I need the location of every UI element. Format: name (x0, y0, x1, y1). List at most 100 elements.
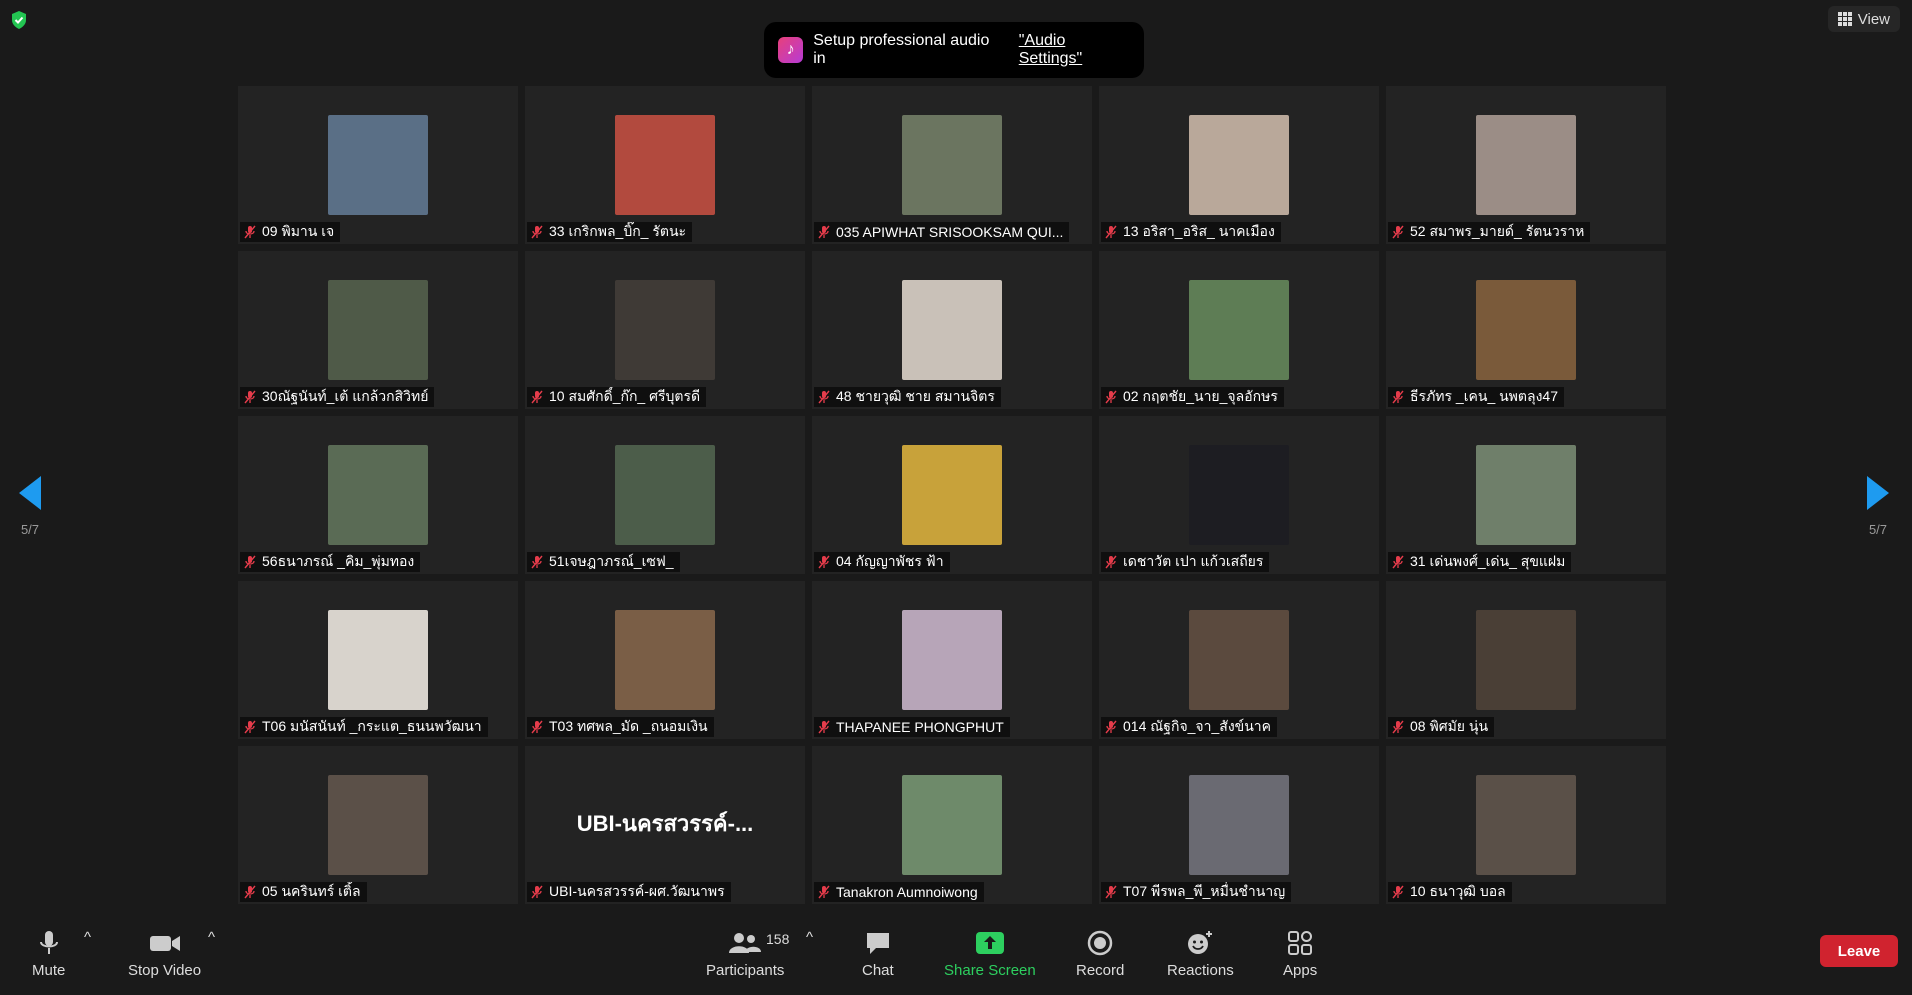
previous-page-button[interactable]: 5/7 (10, 476, 50, 537)
participant-tile[interactable]: 51เจษฎาภรณ์_เซฟ_ (525, 416, 805, 574)
participant-count: 158 (766, 931, 790, 947)
chat-button[interactable]: Chat (862, 929, 894, 979)
participant-tile[interactable]: 035 APIWHAT SRISOOKSAM QUI... (812, 86, 1092, 244)
participant-tile[interactable]: 52 สมาพร_มายด์_ รัตนวราห (1386, 86, 1666, 244)
participant-video (902, 115, 1002, 215)
participant-name: Tanakron Aumnoiwong (836, 884, 978, 900)
view-button[interactable]: View (1827, 6, 1900, 32)
participant-name: 52 สมาพร_มายด์_ รัตนวราห (1410, 223, 1585, 239)
muted-mic-icon (1392, 885, 1404, 899)
participant-video (1189, 445, 1289, 545)
participant-tile[interactable]: 10 สมศักดิ์_ก๊ก_ ศรีบุตรดี (525, 251, 805, 409)
participant-tile[interactable]: 04 กัญญาพัชร ฟ้า (812, 416, 1092, 574)
muted-mic-icon (1392, 555, 1404, 569)
share-screen-button[interactable]: Share Screen (944, 929, 1036, 979)
chat-label: Chat (862, 962, 894, 979)
participant-name-label: THAPANEE PHONGPHUT (814, 717, 1010, 737)
participant-tile[interactable]: ธีรภัทร _เคน_ นพตลุง47 (1386, 251, 1666, 409)
participant-tile[interactable]: T06 มนัสนันท์ _กระแต_ธนนพวัฒนา (238, 581, 518, 739)
muted-mic-icon (1392, 390, 1404, 404)
participant-tile[interactable]: 02 กฤตชัย_นาย_จุลอักษร (1099, 251, 1379, 409)
chat-bubble-icon (866, 933, 889, 954)
muted-mic-icon (244, 555, 256, 569)
apps-button[interactable]: Apps (1283, 929, 1317, 979)
participant-name-label: T06 มนัสนันท์ _กระแต_ธนนพวัฒนา (240, 717, 488, 737)
participant-tile[interactable]: 48 ชายวุฒิ ชาย สมานจิตร (812, 251, 1092, 409)
participant-name-label: 13 อริสา_อริส_ นาคเมือง (1101, 222, 1281, 242)
participant-name: 33 เกริกพล_บิ๊ก_ รัตนะ (549, 223, 687, 239)
participant-tile[interactable]: 30ณัฐนันท์_เต้ แกล้วกสิวิทย์ (238, 251, 518, 409)
participant-name: 13 อริสา_อริส_ นาคเมือง (1123, 223, 1275, 239)
participant-video (1189, 610, 1289, 710)
participant-name-label: 31 เด่นพงศ์_เด่น_ สุขแฝม (1388, 552, 1572, 572)
participant-name-label: T03 ทศพล_มัด _ถนอมเงิน (527, 717, 714, 737)
participant-tile[interactable]: 014 ณัฐกิจ_จา_สังข์นาค (1099, 581, 1379, 739)
mute-button[interactable]: Mute (32, 929, 65, 979)
participant-name: 014 ณัฐกิจ_จา_สังข์นาค (1123, 718, 1272, 734)
participant-name: 10 สมศักดิ์_ก๊ก_ ศรีบุตรดี (549, 388, 701, 404)
leave-label: Leave (1837, 942, 1881, 960)
participant-name: 05 นครินทร์ เติ้ล (262, 883, 361, 899)
participant-video (1189, 280, 1289, 380)
audio-options-caret[interactable]: ^ (84, 929, 91, 946)
arrow-left-icon (19, 476, 41, 510)
participant-name: 48 ชายวุฒิ ชาย สมานจิตร (836, 388, 995, 404)
reactions-button[interactable]: Reactions (1167, 929, 1234, 979)
participant-tile[interactable]: T03 ทศพล_มัด _ถนอมเงิน (525, 581, 805, 739)
participant-video (1189, 775, 1289, 875)
participant-name: T03 ทศพล_มัด _ถนอมเงิน (549, 718, 708, 734)
muted-mic-icon (531, 555, 543, 569)
participant-name-label: 30ณัฐนันท์_เต้ แกล้วกสิวิทย์ (240, 387, 435, 407)
participant-tile[interactable]: 09 พิมาน เจ (238, 86, 518, 244)
audio-settings-link[interactable]: "Audio Settings" (1019, 32, 1130, 68)
participant-name-label: Tanakron Aumnoiwong (814, 882, 984, 902)
muted-mic-icon (531, 720, 543, 734)
muted-mic-icon (244, 390, 256, 404)
smiley-icon (1188, 931, 1213, 954)
participant-video (615, 280, 715, 380)
participant-tile[interactable]: เดชาวัต เปา แก้วเสถียร (1099, 416, 1379, 574)
audio-settings-banner: ♪ Setup professional audio in "Audio Set… (764, 22, 1144, 78)
record-button[interactable]: Record (1076, 929, 1124, 979)
video-options-caret[interactable]: ^ (208, 929, 215, 946)
participant-tile[interactable]: T07 พีรพล_พี_หมื่นชำนาญ (1099, 746, 1379, 904)
participants-options-caret[interactable]: ^ (806, 929, 813, 946)
participant-name-label: 10 ธนาวุฒิ บอล (1388, 882, 1512, 902)
next-page-button[interactable]: 5/7 (1858, 476, 1898, 537)
participant-tile[interactable]: 10 ธนาวุฒิ บอล (1386, 746, 1666, 904)
participant-name: T07 พีรพล_พี_หมื่นชำนาญ (1123, 883, 1286, 899)
participant-name: 56ธนาภรณ์ _คิม_พุ่มทอง (262, 553, 415, 569)
participant-name-label: 05 นครินทร์ เติ้ล (240, 882, 367, 902)
share-arrow-icon (975, 932, 1004, 954)
muted-mic-icon (818, 555, 830, 569)
participant-tile[interactable]: Tanakron Aumnoiwong (812, 746, 1092, 904)
participant-tile[interactable]: 33 เกริกพล_บิ๊ก_ รัตนะ (525, 86, 805, 244)
participant-tile[interactable]: 08 พิศมัย นุ่น (1386, 581, 1666, 739)
participant-video (1476, 610, 1576, 710)
participant-tile[interactable]: 05 นครินทร์ เติ้ล (238, 746, 518, 904)
participant-name-label: UBI-นครสวรรค์-ผศ.วัฒนาพร (527, 882, 731, 902)
participant-video (328, 280, 428, 380)
participant-tile[interactable]: 13 อริสา_อริส_ นาคเมือง (1099, 86, 1379, 244)
banner-text: Setup professional audio in (813, 32, 990, 67)
leave-button[interactable]: Leave (1820, 935, 1898, 967)
participant-tile[interactable]: THAPANEE PHONGPHUT (812, 581, 1092, 739)
video-gallery: 09 พิมาน เจ 33 เกริกพล_บิ๊ก_ รัตนะ 035 API… (238, 86, 1668, 906)
participant-tile[interactable]: UBI-นครสวรรค์-... UBI-นครสวรรค์-ผศ.วัฒนาพ… (525, 746, 805, 904)
muted-mic-icon (1105, 555, 1117, 569)
participant-tile[interactable]: 56ธนาภรณ์ _คิม_พุ่มทอง (238, 416, 518, 574)
participant-name: 30ณัฐนันท์_เต้ แกล้วกสิวิทย์ (262, 388, 429, 404)
muted-mic-icon (1105, 390, 1117, 404)
people-icon (729, 933, 762, 953)
participant-name-label: T07 พีรพล_พี_หมื่นชำนาญ (1101, 882, 1292, 902)
microphone-icon (39, 931, 58, 954)
participant-name: 035 APIWHAT SRISOOKSAM QUI... (836, 224, 1064, 240)
stop-video-button[interactable]: Stop Video (128, 929, 201, 979)
participant-name-label: 09 พิมาน เจ (240, 222, 341, 242)
participant-name: 08 พิศมัย นุ่น (1410, 718, 1489, 734)
participant-name: ธีรภัทร _เคน_ นพตลุง47 (1410, 388, 1558, 404)
participant-tile[interactable]: 31 เด่นพงศ์_เด่น_ สุขแฝม (1386, 416, 1666, 574)
shield-check-icon[interactable] (10, 10, 28, 30)
muted-mic-icon (818, 885, 830, 899)
participant-name: 04 กัญญาพัชร ฟ้า (836, 553, 944, 569)
